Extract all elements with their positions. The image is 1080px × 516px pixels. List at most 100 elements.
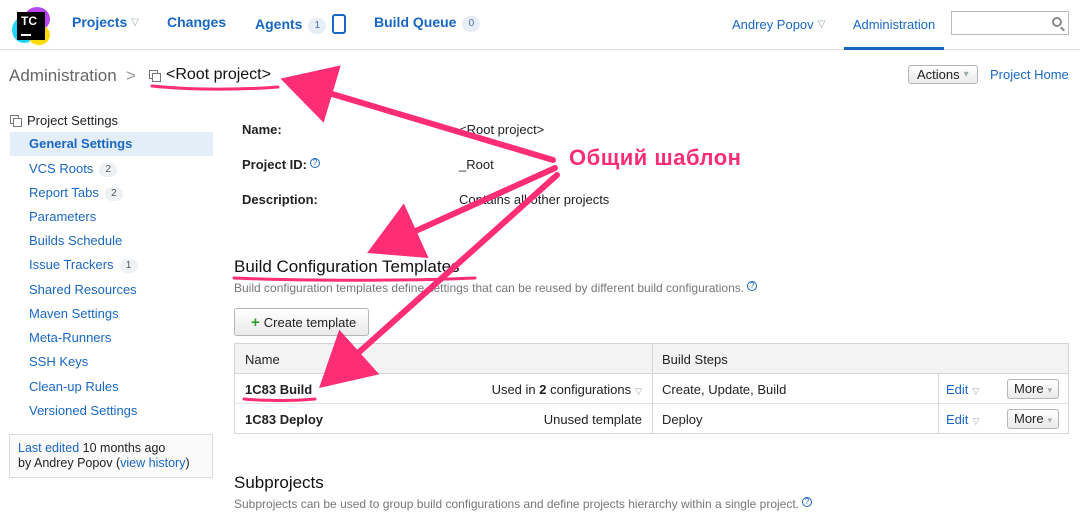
nav-projects-label: Projects xyxy=(72,14,128,30)
nav-projects[interactable]: Projects ▽ xyxy=(72,14,139,30)
sidebar-item-label: Meta-Runners xyxy=(29,330,112,345)
sidebar-heading-label: Project Settings xyxy=(27,113,119,128)
sidebar-heading: Project Settings xyxy=(10,113,118,128)
arrow-to-templates xyxy=(367,165,558,259)
template-name-link[interactable]: 1C83 Deploy xyxy=(245,412,323,427)
sidebar-item-label: SSH Keys xyxy=(29,354,89,369)
project-id-value: _Root xyxy=(459,157,494,172)
nav-agents-label: Agents xyxy=(255,16,303,32)
sidebar-item-label: General Settings xyxy=(29,136,133,151)
project-home-link[interactable]: Project Home xyxy=(990,67,1069,82)
user-menu[interactable]: Andrey Popov ▽ xyxy=(732,17,825,32)
edit-link[interactable]: Edit ▽ xyxy=(946,412,979,427)
sidebar-item-parameters[interactable]: Parameters xyxy=(10,205,213,229)
more-button[interactable]: More ▾ xyxy=(1007,409,1060,429)
sidebar-item-builds-schedule[interactable]: Builds Schedule xyxy=(10,229,213,253)
project-id-label-text: Project ID: xyxy=(242,157,308,172)
last-edited-when: 10 months ago xyxy=(82,441,166,455)
nav-changes[interactable]: Changes xyxy=(167,14,226,30)
nav-administration-label: Administration xyxy=(852,17,936,32)
template-usage: Unused template xyxy=(543,412,642,427)
description-label: Description: xyxy=(242,192,318,207)
teamcity-logo[interactable]: TC xyxy=(12,7,50,45)
create-template-button[interactable]: + Create template xyxy=(234,308,370,336)
user-name: Andrey Popov xyxy=(732,17,814,32)
nav-agents[interactable]: Agents 1 xyxy=(255,14,347,34)
annotation-label: Общий шаблон xyxy=(569,145,742,170)
template-usage[interactable]: Used in 2 configurations ▽ xyxy=(492,382,642,397)
edit-link[interactable]: Edit ▽ xyxy=(946,382,979,397)
sidebar-item-label: Parameters xyxy=(29,209,97,224)
project-settings-icon xyxy=(10,115,22,127)
table-header: Name Build Steps xyxy=(235,344,1068,374)
sidebar-item-label: Maven Settings xyxy=(29,306,119,321)
agent-status-icon xyxy=(332,14,347,34)
breadcrumb-separator-icon: > xyxy=(126,66,136,85)
help-icon[interactable]: ? xyxy=(802,497,813,507)
sidebar-badge: 1 xyxy=(119,259,138,273)
usage-count: 2 xyxy=(539,382,547,397)
chevron-down-icon[interactable]: ▽ xyxy=(131,17,139,28)
edit-label: Edit xyxy=(946,382,969,397)
sidebar-item-vcs-roots[interactable]: VCS Roots 2 xyxy=(10,157,213,181)
help-icon[interactable]: ? xyxy=(310,158,321,168)
chevron-down-icon[interactable]: ▽ xyxy=(635,386,642,396)
caret-down-icon: ▾ xyxy=(963,69,969,80)
sidebar-item-meta-runners[interactable]: Meta-Runners xyxy=(10,326,213,350)
sidebar-item-versioned-settings[interactable]: Versioned Settings xyxy=(10,399,213,423)
description-value: Contains all other projects xyxy=(459,192,610,207)
sidebar-item-label: Shared Resources xyxy=(29,282,137,297)
logo-text: TC xyxy=(21,14,37,28)
search-input[interactable] xyxy=(951,11,1069,35)
project-id-label: Project ID:? xyxy=(242,157,321,172)
sidebar-item-general-settings[interactable]: General Settings xyxy=(10,132,213,156)
subprojects-section-description: Subprojects can be used to group build c… xyxy=(234,497,813,511)
sidebar-badge: 2 xyxy=(99,163,118,177)
more-button[interactable]: More ▾ xyxy=(1007,379,1060,399)
sidebar-item-shared-resources[interactable]: Shared Resources xyxy=(10,278,213,302)
nav-build-queue[interactable]: Build Queue 0 xyxy=(374,14,481,32)
page-title: <Root project> xyxy=(166,66,271,83)
build-queue-count-badge: 0 xyxy=(462,16,481,32)
templates-section-description: Build configuration templates define set… xyxy=(234,281,758,295)
templates-section-title: Build Configuration Templates xyxy=(234,257,460,276)
view-history-link[interactable]: view history xyxy=(120,456,185,470)
agents-count-badge: 1 xyxy=(308,18,327,34)
help-icon[interactable]: ? xyxy=(747,281,758,291)
underline-root-project xyxy=(150,84,280,91)
underline-templates-title xyxy=(232,276,477,282)
top-navigation-bar: TC Projects ▽ Changes Agents 1 Build Queue… xyxy=(0,0,1080,50)
last-edited-link[interactable]: Last edited xyxy=(18,441,79,455)
sidebar-item-label: Clean-up Rules xyxy=(29,379,119,394)
actions-button[interactable]: Actions ▾ xyxy=(908,65,978,84)
sidebar-item-maven-settings[interactable]: Maven Settings xyxy=(10,302,213,326)
search-icon[interactable] xyxy=(1052,17,1062,27)
table-row: 1C83 Deploy Unused template Deploy Edit ▽… xyxy=(235,404,1068,434)
edit-label: Edit xyxy=(946,412,969,427)
nav-administration[interactable]: Administration xyxy=(844,0,944,50)
last-edited-box: Last edited 10 months ago by Andrey Popo… xyxy=(9,434,213,478)
subprojects-description-text: Subprojects can be used to group build c… xyxy=(234,497,800,511)
sidebar-item-ssh-keys[interactable]: SSH Keys xyxy=(10,350,213,374)
sidebar-item-clean-up-rules[interactable]: Clean-up Rules xyxy=(10,375,213,399)
name-value: <Root project> xyxy=(459,122,545,137)
sidebar-item-label: Versioned Settings xyxy=(29,403,138,418)
sidebar-badge: 2 xyxy=(104,187,123,201)
sidebar-item-issue-trackers[interactable]: Issue Trackers 1 xyxy=(10,253,213,277)
sidebar-item-report-tabs[interactable]: Report Tabs 2 xyxy=(10,181,213,205)
chevron-down-icon[interactable]: ▽ xyxy=(972,416,979,426)
last-edited-by: by Andrey Popov xyxy=(18,456,113,470)
nav-changes-label: Changes xyxy=(167,14,227,30)
chevron-down-icon[interactable]: ▽ xyxy=(818,19,826,30)
sidebar-item-label: Builds Schedule xyxy=(29,233,123,248)
sidebar-item-label: Report Tabs xyxy=(29,185,99,200)
breadcrumb-administration[interactable]: Administration xyxy=(9,66,117,86)
project-icon xyxy=(149,69,161,82)
table-row: 1C83 Build Used in 2 configurations ▽ Cre… xyxy=(235,374,1068,404)
more-label: More xyxy=(1014,381,1044,396)
chevron-down-icon[interactable]: ▽ xyxy=(972,386,979,396)
template-name-link[interactable]: 1C83 Build xyxy=(245,382,312,397)
caret-down-icon: ▾ xyxy=(1047,415,1053,425)
nav-build-queue-label: Build Queue xyxy=(374,14,457,30)
arrow-to-root-project xyxy=(280,65,556,163)
